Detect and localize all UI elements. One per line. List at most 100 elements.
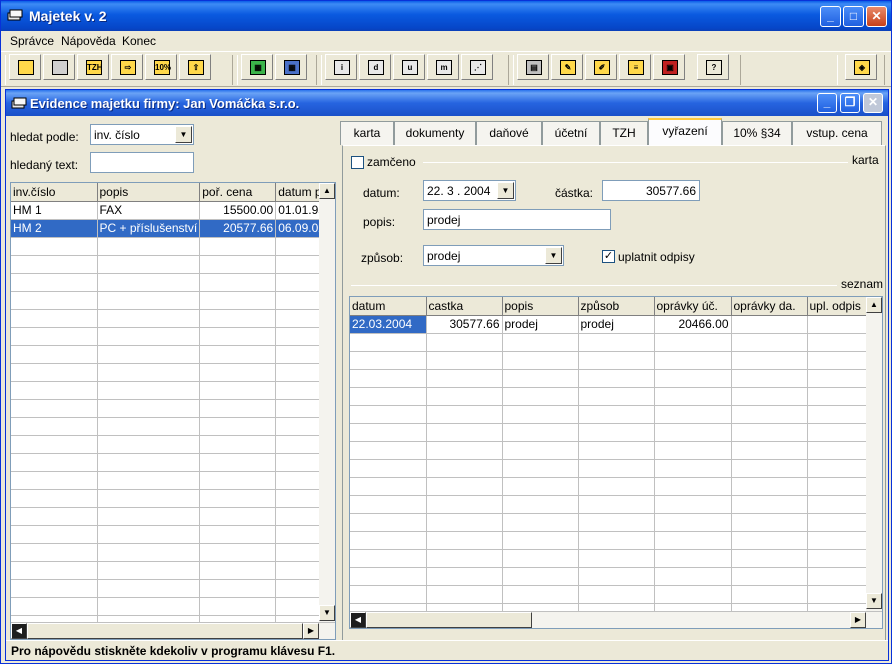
scroll-down-icon[interactable]: ▼ xyxy=(866,593,882,609)
close-button[interactable]: ✕ xyxy=(866,6,887,27)
search-by-select[interactable]: inv. číslo ▼ xyxy=(90,124,194,145)
table-row[interactable] xyxy=(11,597,328,616)
table-row[interactable] xyxy=(350,333,868,352)
table-row[interactable]: HM 2 PC + příslušenství 20577.66 06.09.02 xyxy=(11,219,328,238)
table-row[interactable] xyxy=(350,513,868,532)
table-row[interactable] xyxy=(11,561,328,580)
chart-button[interactable]: ⋰ xyxy=(461,54,493,80)
desc-input[interactable]: prodej xyxy=(423,209,611,230)
minimize-button[interactable]: _ xyxy=(820,6,841,27)
help-button[interactable]: ? xyxy=(697,54,729,80)
chevron-down-icon[interactable]: ▼ xyxy=(175,126,192,143)
locked-checkbox[interactable] xyxy=(351,156,364,169)
arrow-right-button[interactable]: ⇨ xyxy=(111,54,143,80)
arrow-up-button[interactable]: ⇧ xyxy=(179,54,211,80)
scroll-right-icon[interactable]: ▶ xyxy=(303,623,319,639)
table-row[interactable] xyxy=(11,453,328,472)
doc-d-button[interactable]: d xyxy=(359,54,391,80)
scroll-left-icon[interactable]: ◀ xyxy=(11,623,27,639)
column-header[interactable]: poř. cena xyxy=(199,183,277,202)
column-header[interactable]: způsob xyxy=(578,297,655,316)
column-header[interactable]: popis xyxy=(97,183,201,202)
table-row[interactable] xyxy=(350,387,868,406)
table-row[interactable] xyxy=(11,507,328,526)
table-row[interactable] xyxy=(350,405,868,424)
scroll-up-icon[interactable]: ▲ xyxy=(319,183,335,199)
asset-grid-hscrollbar[interactable]: ◀ ▶ xyxy=(11,622,335,639)
column-header[interactable]: upl. odpis xyxy=(807,297,868,316)
date-picker[interactable]: 22. 3 . 2004 ▼ xyxy=(423,180,516,201)
chevron-down-icon[interactable]: ▼ xyxy=(545,247,562,264)
table-row[interactable] xyxy=(11,543,328,562)
asset-grid[interactable]: inv.číslo popis poř. cena datum p HM 1 FAX 15… xyxy=(10,182,336,640)
table-row[interactable] xyxy=(350,567,868,586)
table-row[interactable]: HM 1 FAX 15500.00 01.01.95 xyxy=(11,201,328,220)
book-button[interactable]: ▤ xyxy=(517,54,549,80)
search-text-input[interactable] xyxy=(90,152,194,173)
table-row[interactable] xyxy=(11,471,328,490)
column-header[interactable]: oprávky úč. xyxy=(654,297,732,316)
table-row[interactable]: 22.03.2004 30577.66 prodej prodej 20466.00 xyxy=(350,315,868,334)
apply-depreciation-checkbox[interactable]: ✓ xyxy=(602,250,615,263)
tzh-button[interactable]: TZH xyxy=(77,54,109,80)
method-select[interactable]: prodej ▼ xyxy=(423,245,564,266)
table-row[interactable] xyxy=(11,579,328,598)
calculator-blue-button[interactable]: ▦ xyxy=(275,54,307,80)
menu-spravce[interactable]: Správce xyxy=(10,34,54,48)
table-row[interactable] xyxy=(11,345,328,364)
asset-grid-vscrollbar[interactable]: ▲ ▼ xyxy=(319,183,335,623)
edit-button[interactable]: ✎ xyxy=(551,54,583,80)
title-bar[interactable]: Majetek v. 2 _ □ ✕ xyxy=(1,1,891,31)
table-row[interactable] xyxy=(11,309,328,328)
percent-10-button[interactable]: 10% xyxy=(145,54,177,80)
column-header[interactable]: inv.číslo xyxy=(11,183,98,202)
column-header[interactable]: oprávky da. xyxy=(731,297,808,316)
child-close-button[interactable]: ✕ xyxy=(863,93,883,113)
table-row[interactable] xyxy=(350,351,868,370)
table-row[interactable] xyxy=(11,291,328,310)
tab-4[interactable]: TZH xyxy=(600,121,648,145)
disposal-grid-hscrollbar[interactable]: ◀ ▶ xyxy=(350,611,882,628)
table-row[interactable] xyxy=(11,255,328,274)
maximize-button[interactable]: □ xyxy=(843,6,864,27)
calculator-green-button[interactable]: ▦ xyxy=(241,54,273,80)
table-row[interactable] xyxy=(350,477,868,496)
table-row[interactable] xyxy=(11,525,328,544)
table-row[interactable] xyxy=(350,423,868,442)
amount-input[interactable]: 30577.66 xyxy=(602,180,700,201)
tab-6[interactable]: 10% §34 xyxy=(722,121,792,145)
table-row[interactable] xyxy=(350,495,868,514)
tab-5[interactable]: vyřazení xyxy=(648,118,722,146)
scroll-left-icon[interactable]: ◀ xyxy=(350,612,366,628)
menu-konec[interactable]: Konec xyxy=(122,34,156,48)
table-row[interactable] xyxy=(350,441,868,460)
column-header[interactable]: castka xyxy=(426,297,503,316)
tab-7[interactable]: vstup. cena xyxy=(792,121,882,145)
table-row[interactable] xyxy=(350,549,868,568)
printer-button[interactable] xyxy=(43,54,75,80)
doc-i-button[interactable]: i xyxy=(325,54,357,80)
scroll-down-icon[interactable]: ▼ xyxy=(319,605,335,621)
scroll-right-icon[interactable]: ▶ xyxy=(850,612,866,628)
table-row[interactable] xyxy=(11,435,328,454)
tab-2[interactable]: daňové xyxy=(476,121,542,145)
table-row[interactable] xyxy=(350,369,868,388)
folder-button[interactable] xyxy=(9,54,41,80)
table-row[interactable] xyxy=(350,585,868,604)
table-row[interactable] xyxy=(350,531,868,550)
column-header[interactable]: datum xyxy=(350,297,427,316)
table-row[interactable] xyxy=(11,237,328,256)
hscroll-thumb[interactable] xyxy=(27,623,303,639)
table-row[interactable] xyxy=(350,459,868,478)
save-button[interactable]: ▣ xyxy=(653,54,685,80)
child-title-bar[interactable]: Evidence majetku firmy: Jan Vomáčka s.r.… xyxy=(6,90,888,116)
scroll-up-icon[interactable]: ▲ xyxy=(866,297,882,313)
chevron-down-icon[interactable]: ▼ xyxy=(497,182,514,199)
child-minimize-button[interactable]: _ xyxy=(817,93,837,113)
table-row[interactable] xyxy=(11,363,328,382)
notes-button[interactable]: ≡ xyxy=(619,54,651,80)
table-row[interactable] xyxy=(11,327,328,346)
tab-0[interactable]: karta xyxy=(340,121,394,145)
doc-u-button[interactable]: u xyxy=(393,54,425,80)
child-restore-button[interactable]: ❐ xyxy=(840,93,860,113)
